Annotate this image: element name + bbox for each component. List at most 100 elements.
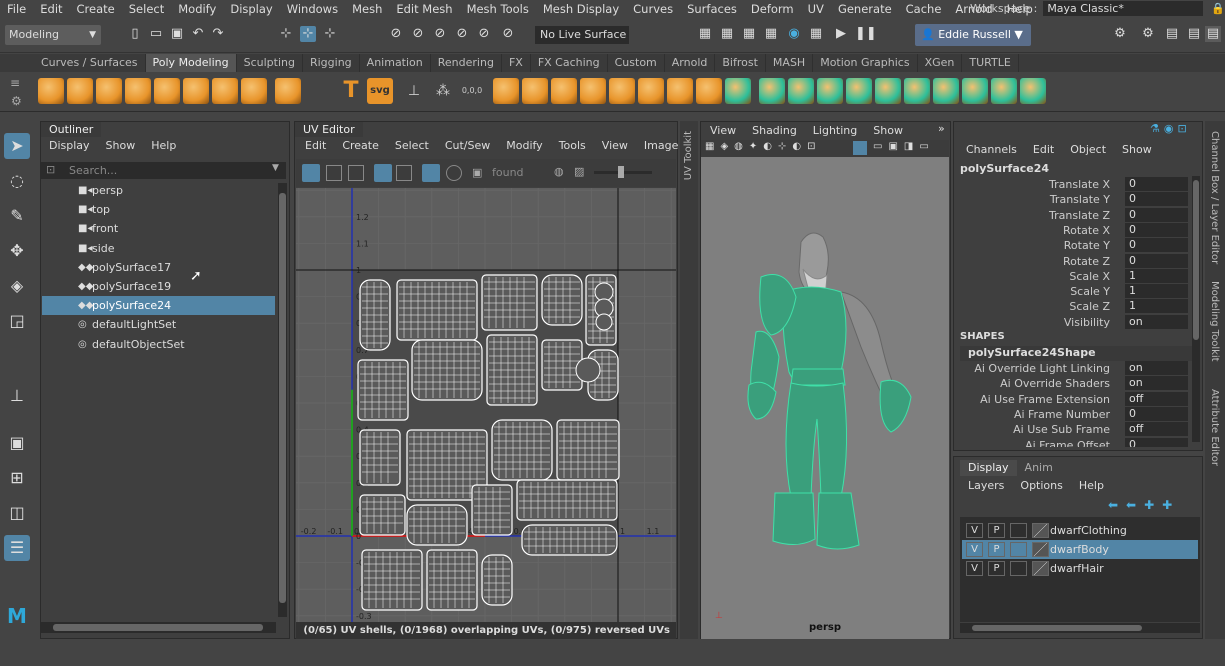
- layer-dwarfhair[interactable]: V PdwarfHair: [962, 559, 1198, 578]
- viewport-menu-shading[interactable]: Shading: [744, 124, 805, 137]
- channel-box-menu-channels[interactable]: Channels: [958, 143, 1025, 156]
- save-scene-icon[interactable]: ▣: [169, 26, 185, 42]
- outliner-menu-show[interactable]: Show: [98, 139, 144, 152]
- uv-toolkit-tab[interactable]: UV Toolkit: [680, 121, 698, 639]
- channel-value[interactable]: 0: [1125, 222, 1188, 237]
- svg-icon[interactable]: svg: [367, 78, 393, 104]
- two-view-icon[interactable]: ◫: [4, 500, 30, 526]
- layer-tab-display[interactable]: Display: [960, 460, 1017, 476]
- shelf-tab-curves-surfaces[interactable]: Curves / Surfaces: [34, 54, 146, 72]
- unfold-icon[interactable]: [788, 78, 814, 104]
- hypershade-icon[interactable]: ◉: [786, 26, 802, 42]
- perspective-viewport[interactable]: persp ⊥: [701, 157, 949, 639]
- uv-image-field[interactable]: found: [492, 166, 524, 179]
- open-scene-icon[interactable]: ▭: [148, 26, 164, 42]
- uv-globe-icon[interactable]: ◍: [554, 165, 564, 178]
- shelf-tab-sculpting[interactable]: Sculpting: [237, 54, 303, 72]
- layer-menu-options[interactable]: Options: [1012, 479, 1070, 492]
- weld-icon[interactable]: [759, 78, 785, 104]
- menu-generate[interactable]: Generate: [831, 2, 899, 16]
- redo-icon[interactable]: ↷: [210, 26, 226, 42]
- select-component-icon[interactable]: ⊹: [322, 26, 338, 42]
- paint-select-tool-icon[interactable]: ✎: [4, 203, 30, 229]
- menu-edit-mesh[interactable]: Edit Mesh: [389, 2, 459, 16]
- attribute-editor-icon[interactable]: ▤: [1164, 26, 1180, 42]
- shape-attr-value[interactable]: 0: [1125, 406, 1188, 421]
- cut-icon[interactable]: [904, 78, 930, 104]
- poly-fill-icon[interactable]: [696, 78, 722, 104]
- search-dropdown-icon[interactable]: ▼: [272, 163, 279, 173]
- snap-grid-icon[interactable]: ⊘: [388, 26, 404, 42]
- type-icon[interactable]: T: [338, 78, 364, 104]
- layer-color-swatch[interactable]: [1032, 542, 1049, 557]
- viewport-menu-lighting[interactable]: Lighting: [805, 124, 865, 137]
- cylinder-icon[interactable]: [96, 78, 122, 104]
- channel-box-menu-object[interactable]: Object: [1062, 143, 1114, 156]
- snap-view-icon[interactable]: ⊘: [454, 26, 470, 42]
- viewport-menu-view[interactable]: View: [702, 124, 744, 137]
- outliner-item-side[interactable]: ■◂ side: [42, 239, 275, 258]
- shelf-tab-turtle[interactable]: TURTLE: [962, 54, 1019, 72]
- menu-select[interactable]: Select: [122, 2, 171, 16]
- menu-surfaces[interactable]: Surfaces: [680, 2, 744, 16]
- outliner-menu-display[interactable]: Display: [41, 139, 98, 152]
- shelf-tab-rendering[interactable]: Rendering: [431, 54, 502, 72]
- rotate-tool-icon[interactable]: ◈: [4, 273, 30, 299]
- select-hierarchy-icon[interactable]: ⊹: [278, 26, 294, 42]
- superellipse-icon[interactable]: [275, 78, 301, 104]
- shelf-tab-bifrost[interactable]: Bifrost: [715, 54, 766, 72]
- uv-menu-view[interactable]: View: [594, 139, 636, 152]
- channel-box-icons[interactable]: ⚗◉⊡: [1150, 122, 1191, 135]
- live-surface-field[interactable]: No Live Surface: [535, 26, 629, 44]
- separate-icon[interactable]: ⁂: [430, 78, 456, 104]
- render-settings-icon[interactable]: ▦: [697, 26, 713, 42]
- shelf-tab-xgen[interactable]: XGen: [918, 54, 963, 72]
- shape-attr-value[interactable]: off: [1125, 391, 1188, 406]
- outliner-item-front[interactable]: ■◂ front: [42, 219, 275, 238]
- uv-checker-icon[interactable]: [326, 165, 342, 181]
- uv-menu-cut-sew[interactable]: Cut/Sew: [437, 139, 498, 152]
- channel-value[interactable]: 0: [1125, 253, 1188, 268]
- uv-photo-icon[interactable]: ▨: [574, 165, 584, 178]
- shelf-tab-poly-modeling[interactable]: Poly Modeling: [145, 54, 237, 72]
- insert-edge-loop-icon[interactable]: [638, 78, 664, 104]
- outliner-item-defaultlightset[interactable]: ◎ defaultLightSet: [42, 315, 275, 334]
- snap-settings-icon[interactable]: ⊘: [500, 26, 516, 42]
- layout-icon[interactable]: [817, 78, 843, 104]
- platonic-icon[interactable]: [241, 78, 267, 104]
- shape-attr-value[interactable]: on: [1125, 376, 1188, 391]
- modeling-toolkit-tab[interactable]: Modeling Toolkit: [1209, 281, 1220, 362]
- torus-icon[interactable]: [154, 78, 180, 104]
- outliner-item-polysurface17[interactable]: ◆◆ polySurface17: [42, 258, 275, 277]
- menu-edit[interactable]: Edit: [33, 2, 69, 16]
- exposure-slider[interactable]: [594, 166, 652, 178]
- layer-menu-layers[interactable]: Layers: [960, 479, 1012, 492]
- outliner-layout-icon[interactable]: ☰: [4, 535, 30, 561]
- sweep-icon[interactable]: [304, 78, 330, 104]
- channel-value[interactable]: 1: [1125, 268, 1188, 283]
- shelf-tab-custom[interactable]: Custom: [608, 54, 665, 72]
- channel-value[interactable]: 0: [1125, 207, 1188, 222]
- layer-visibility-toggle[interactable]: V: [966, 542, 983, 557]
- modeling-toolkit-icon[interactable]: ⚙: [1140, 26, 1156, 42]
- shelf-settings-icon[interactable]: ⚙: [11, 94, 22, 108]
- shelf-tab-fx-caching[interactable]: FX Caching: [531, 54, 608, 72]
- channel-value[interactable]: 1: [1125, 299, 1188, 314]
- uv-shaded-icon[interactable]: [348, 165, 364, 181]
- sew-icon[interactable]: [875, 78, 901, 104]
- shelf-tab-mash[interactable]: MASH: [766, 54, 814, 72]
- viewport-more-icon[interactable]: »: [938, 122, 945, 135]
- ipr-render-icon[interactable]: ▦: [763, 26, 779, 42]
- shape-attr-value[interactable]: off: [1125, 422, 1188, 437]
- menu-curves[interactable]: Curves: [626, 2, 680, 16]
- menu-uv[interactable]: UV: [801, 2, 831, 16]
- render-view-icon[interactable]: ▦: [719, 26, 735, 42]
- layer-color-swatch[interactable]: [1032, 523, 1049, 538]
- outliner-hscroll[interactable]: [41, 622, 276, 633]
- layer-visibility-toggle[interactable]: V: [966, 523, 983, 538]
- shelf-menu-icon[interactable]: ≡: [10, 76, 20, 90]
- show-manipulator-icon[interactable]: ⊥: [4, 383, 30, 409]
- channel-box-menu-show[interactable]: Show: [1114, 143, 1160, 156]
- shelf-tab-animation[interactable]: Animation: [360, 54, 431, 72]
- toggle-panels-icon[interactable]: ⚙: [1112, 26, 1128, 42]
